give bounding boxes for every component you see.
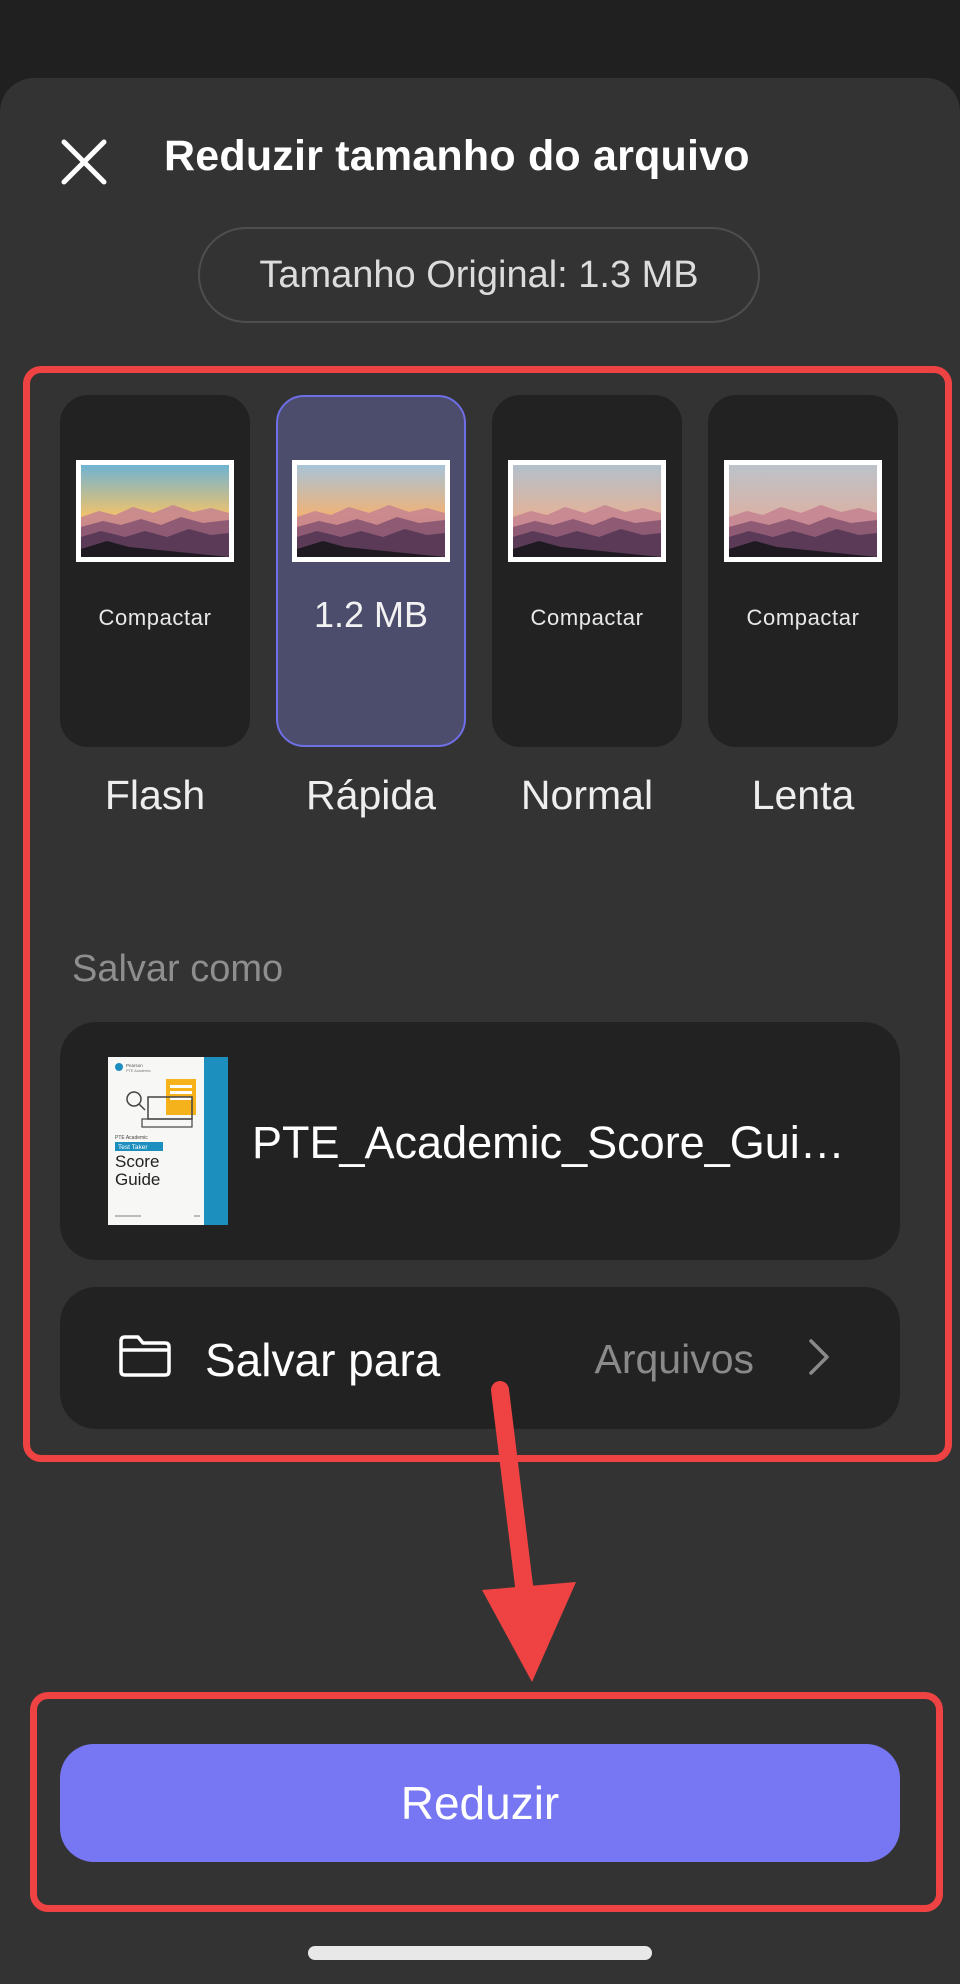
home-indicator: [308, 1946, 652, 1960]
dialog-title: Reduzir tamanho do arquivo: [164, 132, 750, 180]
annotation-highlight-options: [23, 366, 952, 1462]
annotation-highlight-button: [30, 1692, 943, 1912]
close-button[interactable]: [56, 134, 112, 190]
annotation-arrow-icon: [482, 1381, 576, 1682]
close-icon: [61, 139, 107, 185]
original-size-badge: Tamanho Original: 1.3 MB: [198, 227, 760, 323]
